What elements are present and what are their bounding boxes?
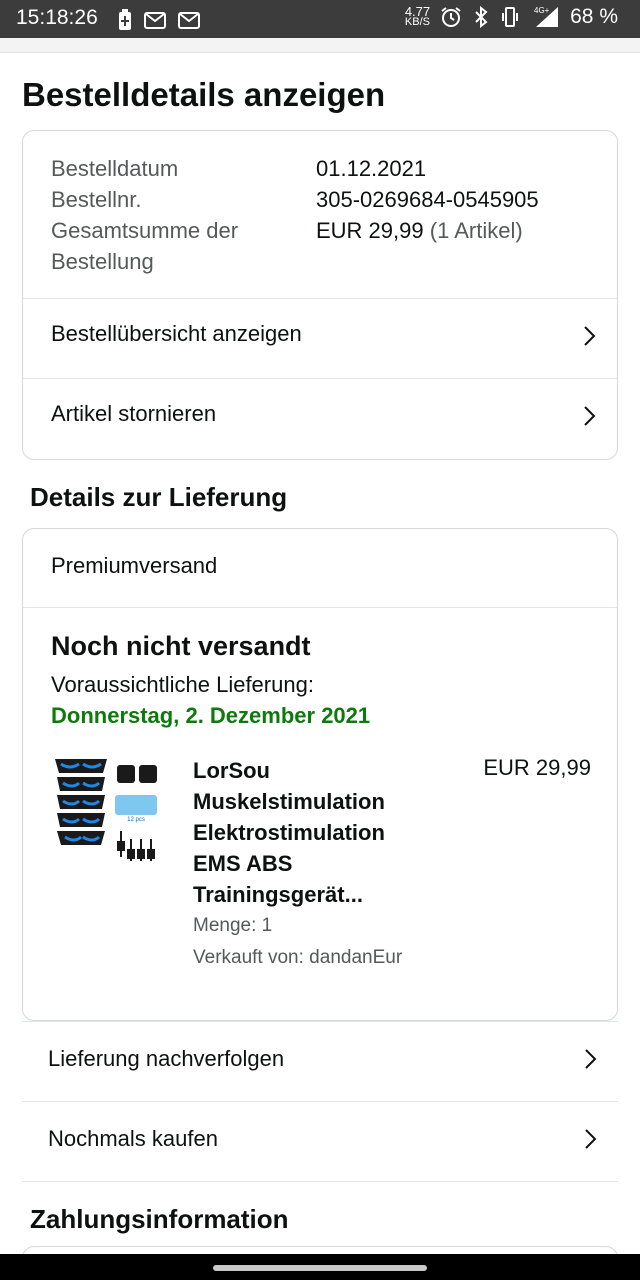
home-gesture-handle[interactable] xyxy=(213,1265,427,1271)
view-order-summary-label: Bestellübersicht anzeigen xyxy=(51,321,302,346)
svg-text:12 pcs: 12 pcs xyxy=(127,817,145,823)
buy-again-row[interactable]: Nochmals kaufen xyxy=(22,1101,618,1182)
shipment-status: Noch nicht versandt xyxy=(51,631,311,661)
product-quantity: Menge: 1 xyxy=(193,915,273,936)
system-navigation-bar xyxy=(0,1254,640,1280)
chevron-right-icon xyxy=(584,326,596,346)
chevron-right-icon xyxy=(585,1129,597,1149)
alarm-icon xyxy=(441,7,461,27)
order-number-label: Bestellnr. xyxy=(51,187,142,212)
vibrate-icon xyxy=(502,7,519,27)
buy-again-label: Nochmals kaufen xyxy=(48,1126,218,1151)
status-bar: 15:18:26 4.77 KB/S 4G+ 68 % xyxy=(0,0,640,38)
gmail-icon xyxy=(144,11,166,29)
cancel-items-link[interactable]: Artikel stornieren xyxy=(23,379,617,458)
order-total-label: Gesamtsumme der Bestellung xyxy=(51,218,239,274)
delivery-section-title: Details zur Lieferung xyxy=(30,482,288,512)
bluetooth-icon xyxy=(475,6,488,28)
product-thumbnail[interactable]: 12 pcs xyxy=(51,755,161,867)
page-title: Bestelldetails anzeigen xyxy=(22,76,386,113)
delivery-card: Premiumversand Noch nicht versandt Vorau… xyxy=(22,528,618,1021)
order-total-value: EUR 29,99 (1 Artikel) xyxy=(316,218,523,243)
order-date-row: Bestelldatum 01.12.2021 xyxy=(51,153,426,184)
product-seller: Verkauft von: dandanEur xyxy=(193,947,403,968)
order-date-value: 01.12.2021 xyxy=(316,156,427,181)
system-icons: 4.77 KB/S 4G+ 68 % xyxy=(405,5,618,29)
order-number-value: 305-0269684-0545905 xyxy=(316,187,539,212)
status-time: 15:18:26 xyxy=(16,6,98,29)
order-total-row: Gesamtsumme der Bestellung EUR 29,99 (1 A… xyxy=(51,215,523,277)
payment-section-title: Zahlungsinformation xyxy=(30,1204,289,1234)
network-speed: 4.77 KB/S xyxy=(404,4,431,28)
track-package-row[interactable]: Lieferung nachverfolgen xyxy=(22,1021,618,1102)
order-item-count: (1 Artikel) xyxy=(429,218,523,243)
header-strip xyxy=(0,38,640,53)
view-order-summary-link[interactable]: Bestellübersicht anzeigen xyxy=(23,299,617,378)
product-price: EUR 29,99 xyxy=(483,755,591,780)
divider xyxy=(22,1181,618,1182)
chevron-right-icon xyxy=(584,406,596,426)
battery-saver-icon xyxy=(119,9,131,30)
divider xyxy=(23,607,617,608)
svg-text:4G+: 4G+ xyxy=(534,6,550,15)
delivery-estimate-date: Donnerstag, 2. Dezember 2021 xyxy=(51,703,371,728)
battery-level: 68 % xyxy=(570,5,618,28)
track-package-label: Lieferung nachverfolgen xyxy=(48,1046,285,1071)
cancel-items-label: Artikel stornieren xyxy=(51,401,217,426)
shipping-method: Premiumversand xyxy=(51,553,218,578)
gmail-icon xyxy=(178,11,200,29)
product-title-link[interactable]: LorSou Muskelstimulation Elektrostimulat… xyxy=(193,755,433,910)
order-number-row: Bestellnr. 305-0269684-0545905 xyxy=(51,184,539,215)
notification-icons xyxy=(118,9,200,31)
order-date-label: Bestelldatum xyxy=(51,156,179,181)
signal-icon: 4G+ xyxy=(534,6,559,27)
delivery-estimate-label: Voraussichtliche Lieferung: xyxy=(51,672,314,697)
chevron-right-icon xyxy=(585,1049,597,1069)
order-summary-card: Bestelldatum 01.12.2021 Bestellnr. 305-0… xyxy=(22,130,618,460)
